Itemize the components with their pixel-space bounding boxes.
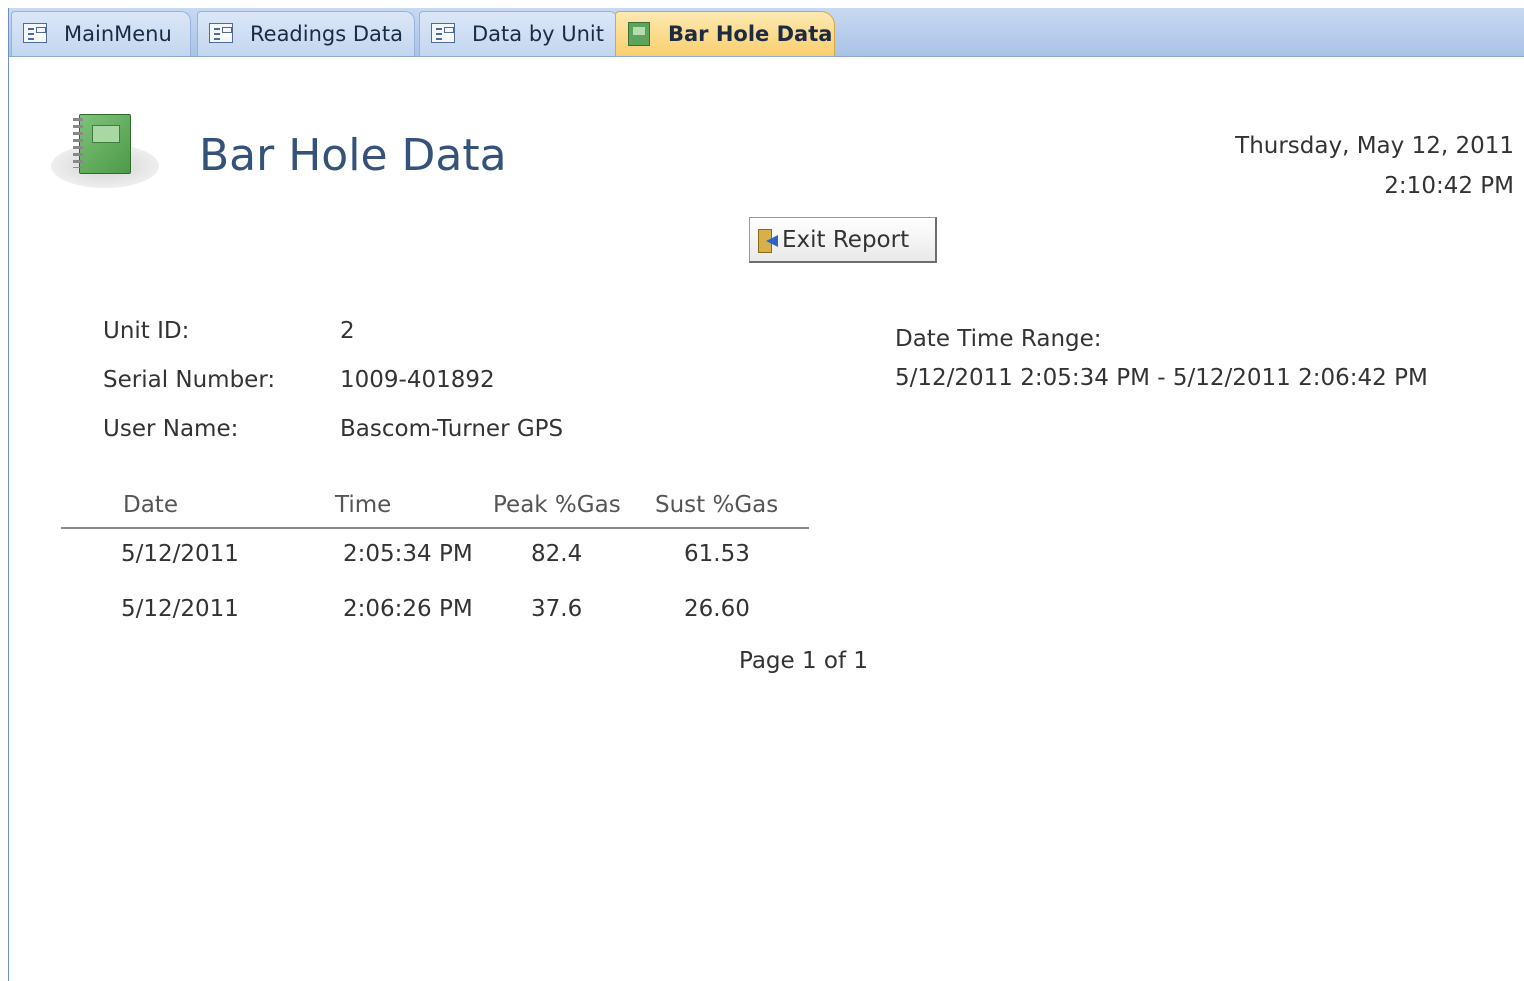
- tab-label: Bar Hole Data: [668, 22, 833, 46]
- form-icon: [208, 22, 236, 46]
- tab-main-menu[interactable]: MainMenu: [11, 11, 191, 56]
- tab-data-by-unit[interactable]: Data by Unit: [419, 11, 619, 56]
- report-datetime: Thursday, May 12, 2011 2:10:42 PM: [1235, 126, 1514, 206]
- cell-time: 2:05:34 PM: [343, 541, 473, 567]
- serial-number-label: Serial Number:: [103, 367, 276, 393]
- header-divider: [61, 527, 809, 529]
- page-number: Page 1 of 1: [739, 648, 869, 674]
- cell-peak-gas: 37.6: [531, 596, 583, 622]
- exit-report-label: Exit Report: [782, 226, 910, 253]
- exit-report-button[interactable]: Exit Report: [749, 217, 937, 263]
- report-time: 2:10:42 PM: [1384, 173, 1514, 199]
- report-logo-icon: [51, 108, 163, 198]
- date-time-range-label: Date Time Range:: [895, 326, 1102, 352]
- cell-date: 5/12/2011: [121, 541, 239, 567]
- tab-label: Data by Unit: [472, 22, 604, 46]
- tab-bar-hole-data[interactable]: Bar Hole Data: [615, 11, 835, 56]
- cell-peak-gas: 82.4: [531, 541, 583, 567]
- tab-label: Readings Data: [250, 22, 403, 46]
- cell-sust-gas: 26.60: [684, 596, 750, 622]
- user-name-value: Bascom-Turner GPS: [340, 416, 564, 442]
- unit-id-value: 2: [340, 318, 355, 344]
- document-tab-bar: MainMenu Readings Data Data by Unit Bar …: [9, 8, 1524, 57]
- cell-time: 2:06:26 PM: [343, 596, 473, 622]
- column-header-time: Time: [335, 492, 392, 518]
- user-name-label: User Name:: [103, 416, 239, 442]
- cell-sust-gas: 61.53: [684, 541, 750, 567]
- report-icon: [626, 22, 654, 46]
- tab-label: MainMenu: [64, 22, 172, 46]
- form-icon: [22, 22, 50, 46]
- tab-readings-data[interactable]: Readings Data: [197, 11, 415, 56]
- unit-id-label: Unit ID:: [103, 318, 190, 344]
- date-time-range-value: 5/12/2011 2:05:34 PM - 5/12/2011 2:06:42…: [895, 365, 1428, 391]
- column-header-sust-gas: Sust %Gas: [655, 492, 779, 518]
- column-header-peak-gas: Peak %Gas: [493, 492, 621, 518]
- cell-date: 5/12/2011: [121, 596, 239, 622]
- serial-number-value: 1009-401892: [340, 367, 495, 393]
- exit-door-icon: [756, 227, 778, 253]
- report-title: Bar Hole Data: [199, 130, 507, 181]
- report-date: Thursday, May 12, 2011: [1235, 133, 1514, 159]
- form-icon: [430, 22, 458, 46]
- report-window: MainMenu Readings Data Data by Unit Bar …: [8, 8, 1524, 981]
- column-header-date: Date: [123, 492, 178, 518]
